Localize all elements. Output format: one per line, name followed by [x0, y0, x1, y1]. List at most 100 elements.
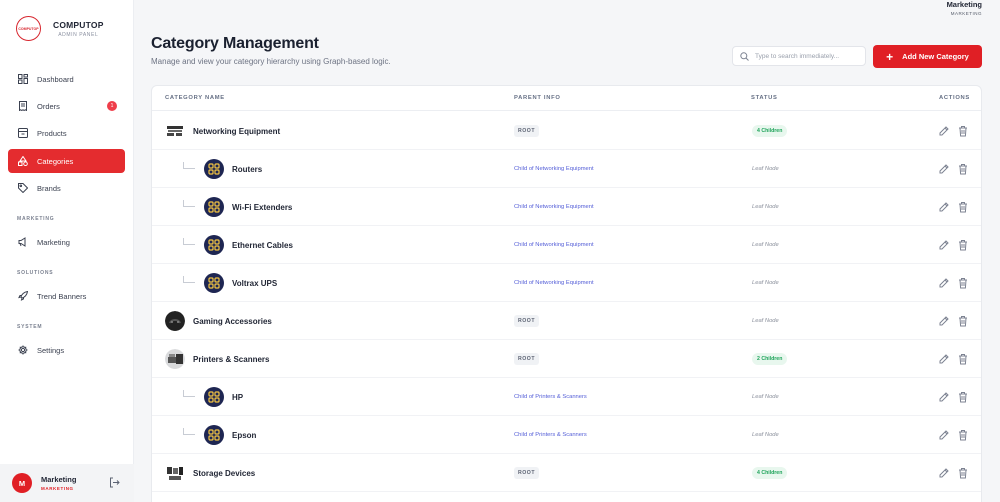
trash-icon[interactable] [957, 162, 969, 175]
edit-icon[interactable] [938, 238, 950, 250]
parent-link[interactable]: Child of Networking Equipment [514, 242, 594, 248]
edit-icon[interactable] [938, 428, 950, 440]
status-badge: 4 Children [752, 125, 788, 137]
trash-icon[interactable] [957, 124, 969, 137]
search-icon [740, 51, 749, 61]
table-row[interactable]: Epson Child of Printers & Scanners Leaf … [152, 416, 981, 454]
sidebar-item-orders[interactable]: Orders 1 [8, 94, 125, 118]
trash-icon[interactable] [957, 428, 969, 441]
table-row[interactable]: Printers & Scanners ROOT 2 Children [152, 340, 981, 378]
edit-icon[interactable] [938, 466, 950, 478]
category-icon [204, 387, 224, 407]
avatar: M [12, 473, 32, 493]
sidebar-item-settings[interactable]: Settings [8, 338, 125, 362]
edit-icon[interactable] [938, 352, 950, 364]
status-text: Leaf Node [752, 204, 779, 210]
category-icon [204, 273, 224, 293]
category-name: Ethernet Cables [232, 240, 293, 250]
parent-link[interactable]: Child of Networking Equipment [514, 166, 594, 172]
receipt-icon [19, 101, 27, 111]
status-badge: 2 Children [752, 353, 788, 365]
rocket-icon [18, 291, 28, 301]
table-row[interactable]: Ethernet Cables Child of Networking Equi… [152, 226, 981, 264]
trash-icon[interactable] [957, 390, 969, 403]
column-header-parent-info[interactable]: PARENT INFO [514, 95, 561, 101]
column-header-status[interactable]: STATUS [751, 95, 778, 101]
table-row[interactable]: Voltrax UPS Child of Networking Equipmen… [152, 264, 981, 302]
page-title: Category Management [151, 35, 319, 52]
edit-icon[interactable] [938, 124, 950, 136]
edit-icon[interactable] [938, 314, 950, 326]
sidebar-item-label: Dashboard [37, 74, 74, 84]
status-text: Leaf Node [752, 242, 779, 248]
sidebar-item-brands[interactable]: Brands [8, 176, 125, 200]
tree-connector [183, 238, 195, 245]
status-text: Leaf Node [752, 432, 779, 438]
table-row[interactable]: Networking Equipment ROOT 4 Children [152, 112, 981, 150]
category-name: Networking Equipment [193, 126, 281, 136]
sidebar-item-dashboard[interactable]: Dashboard [8, 67, 125, 91]
search-box[interactable] [732, 46, 866, 66]
category-image [165, 311, 185, 331]
edit-icon[interactable] [938, 200, 950, 212]
add-category-label: Add New Category [902, 52, 969, 61]
table-row[interactable]: Gaming Accessories ROOT Leaf Node [152, 302, 981, 340]
sidebar-item-categories[interactable]: Categories [8, 149, 125, 173]
tree-connector [183, 200, 195, 207]
root-chip: ROOT [514, 353, 539, 365]
sidebar-user: M Marketing MARKETING [0, 464, 134, 502]
brand[interactable]: COMPUTOP COMPUTOP ADMIN PANEL [16, 16, 104, 41]
tree-connector [183, 162, 195, 169]
root-chip: ROOT [514, 467, 539, 479]
edit-icon[interactable] [938, 276, 950, 288]
category-icon [204, 425, 224, 445]
sidebar-item-label: Orders [37, 101, 60, 111]
table-row[interactable]: HP Child of Printers & Scanners Leaf Nod… [152, 378, 981, 416]
table-row[interactable]: Storage Devices ROOT 4 Children [152, 454, 981, 492]
trash-icon[interactable] [957, 276, 969, 289]
plus-icon: + [886, 49, 894, 64]
category-icon [204, 197, 224, 217]
status-text: Leaf Node [752, 280, 779, 286]
parent-link[interactable]: Child of Printers & Scanners [514, 432, 587, 438]
category-name: Routers [232, 164, 263, 174]
sidebar-item-label: Products [37, 128, 67, 138]
trash-icon[interactable] [957, 352, 969, 365]
topbar-user-name: Marketing [946, 0, 982, 9]
sidebar-item-label: Brands [37, 183, 61, 193]
sidebar-item-products[interactable]: Products [8, 121, 125, 145]
status-text: Leaf Node [752, 394, 779, 400]
add-category-button[interactable]: + Add New Category [873, 45, 982, 68]
table-header: CATEGORY NAME PARENT INFO STATUS ACTIONS [152, 86, 981, 111]
table-row[interactable]: Wi-Fi Extenders Child of Networking Equi… [152, 188, 981, 226]
category-name: Voltrax UPS [232, 278, 278, 288]
category-name: Epson [232, 430, 257, 440]
sidebar-item-label: Marketing [37, 237, 70, 247]
tree-connector [183, 390, 195, 397]
topbar-user[interactable]: Marketing MARKETING [947, 0, 982, 16]
nav-section-solutions: SOLUTIONS [17, 270, 54, 276]
edit-icon[interactable] [938, 162, 950, 174]
table-row[interactable]: Routers Child of Networking Equipment Le… [152, 150, 981, 188]
sidebar-item-label: Settings [37, 345, 65, 355]
category-name: Storage Devices [193, 468, 256, 478]
tree-connector [183, 276, 195, 283]
column-header-category-name[interactable]: CATEGORY NAME [165, 95, 225, 101]
status-badge: 4 Children [752, 467, 788, 479]
parent-link[interactable]: Child of Printers & Scanners [514, 394, 587, 400]
sidebar-item-label: Trend Banners [37, 291, 87, 301]
edit-icon[interactable] [938, 390, 950, 402]
logout-icon[interactable] [109, 477, 120, 488]
sidebar-item-trend-banners[interactable]: Trend Banners [8, 284, 125, 308]
trash-icon[interactable] [957, 466, 969, 479]
trash-icon[interactable] [957, 200, 969, 213]
parent-link[interactable]: Child of Networking Equipment [514, 280, 594, 286]
category-icon [204, 235, 224, 255]
category-table: CATEGORY NAME PARENT INFO STATUS ACTIONS… [151, 85, 982, 502]
search-input[interactable] [755, 52, 865, 60]
trash-icon[interactable] [957, 314, 969, 327]
parent-link[interactable]: Child of Networking Equipment [514, 204, 594, 210]
dashboard-icon [18, 74, 28, 84]
trash-icon[interactable] [957, 238, 969, 251]
sidebar-item-marketing[interactable]: Marketing [8, 230, 125, 254]
